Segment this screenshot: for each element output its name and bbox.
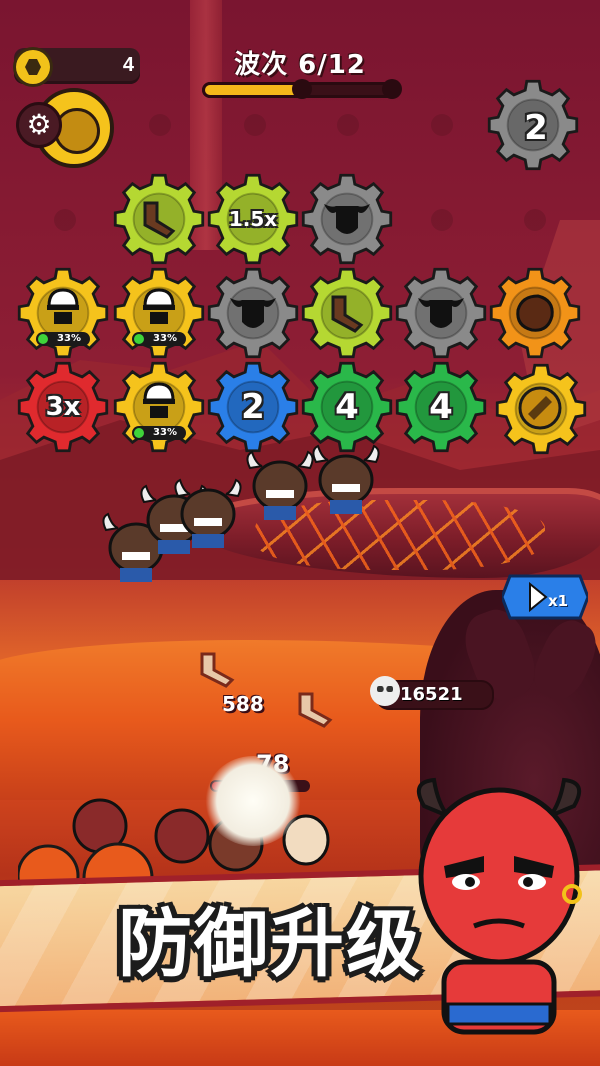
boomerang-projectile-icon [200,652,235,688]
merge-gear[interactable] [112,172,206,266]
enemy-health-badge: 16521 [370,676,494,710]
empty-slot-icon [427,110,457,140]
empty-slot-icon [520,205,550,235]
worker-helmet-icon [47,288,79,324]
wave-progress-fill [205,85,299,95]
merge-gear[interactable] [488,266,582,360]
level-gear-number: 2 [524,108,548,148]
merge-gear[interactable]: 33% [112,266,206,360]
rock-icon [516,294,554,332]
merge-gear[interactable]: 33% [16,266,110,360]
coin-counter: 4 [14,48,140,84]
chance-badge: 33% [36,332,90,346]
red-demon-character [416,777,582,1035]
bull-head-icon [230,298,276,328]
coin-count: 4 [122,54,134,76]
empty-slot-icon [50,205,80,235]
gear-multiplier-label: 1.5x [228,207,278,231]
gear-level-label: 4 [429,387,453,427]
merge-gear[interactable] [494,362,588,456]
wave-progress-bar [202,79,402,99]
hex-nut-coin-icon [16,50,50,84]
chance-text: 33% [153,333,177,344]
speed-label: x1 [548,592,569,610]
smoke-cloud [205,756,301,846]
empty-slot-icon [427,205,457,235]
chance-badge: 33% [132,426,186,440]
speed-toggle-button[interactable]: x1 [500,574,590,620]
bull-head-icon [418,298,464,328]
empty-slot-icon [240,110,270,140]
chance-badge: 33% [132,332,186,346]
chance-text: 33% [57,333,81,344]
merge-gear[interactable] [300,172,394,266]
merge-gear[interactable] [394,266,488,360]
wave-progress-knob [292,79,312,99]
coin-slot-icon [518,386,562,430]
gear-icon: ⚙ [26,108,52,141]
empty-slot-icon [333,110,363,140]
empty-slot-icon [145,110,175,140]
boomerang-icon [143,201,176,239]
merge-gear[interactable] [300,266,394,360]
enemy-health-value: 16521 [400,684,463,705]
wave-end-knob [382,79,402,99]
level-gear[interactable]: 2 [486,78,586,178]
boomerang-icon [331,295,364,333]
bull-minion-group [102,444,380,582]
worker-helmet-icon [143,382,175,418]
merge-gear[interactable]: 1.5x [206,172,300,266]
settings-button[interactable]: ⚙ [16,102,62,148]
chance-text: 33% [153,427,177,438]
merge-gear[interactable] [206,266,300,360]
game-scene: 4 ⚙ 波次 6/12 2 1.5x 33% 33% 3x 33% 2 4 4 … [0,0,600,1066]
wave-counter: 波次 6/12 [234,50,366,80]
worker-helmet-icon [143,288,175,324]
speed-button-shape [500,574,590,620]
skull-icon [370,676,400,706]
damage-number: 588 [222,692,264,716]
merge-gear[interactable]: 4 [394,360,488,454]
boomerang-projectile-icon [298,692,333,728]
bull-head-icon [324,204,370,234]
